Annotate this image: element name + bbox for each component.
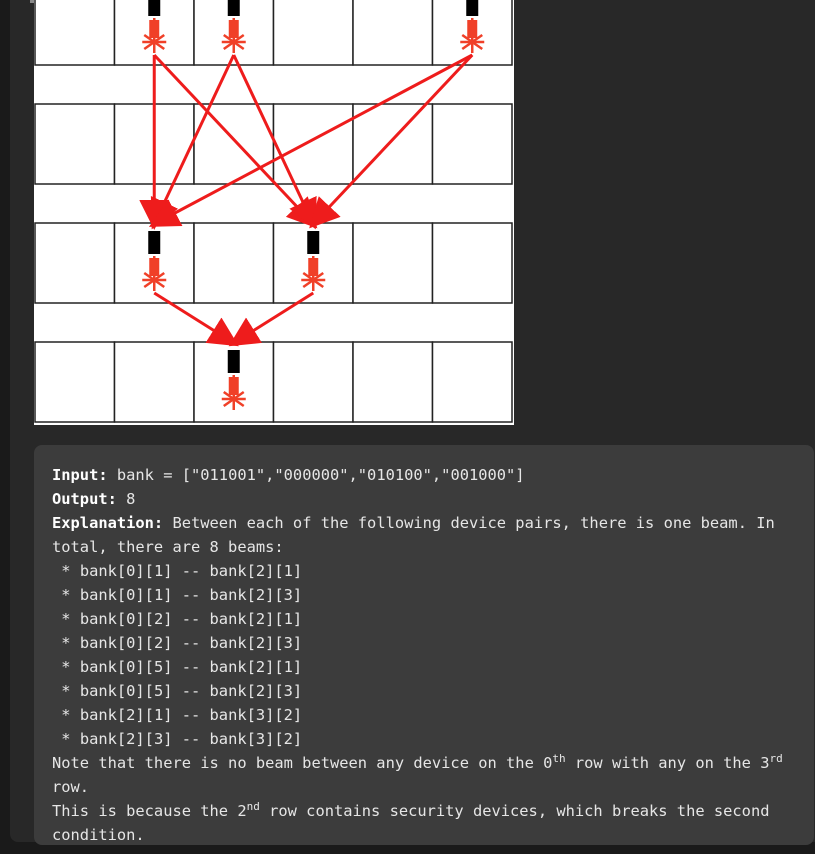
example-diagram	[34, 0, 514, 425]
laser-beam-diagram	[34, 0, 513, 423]
security-device-icon	[148, 0, 161, 16]
bank-cell	[431, 103, 513, 185]
security-device-icon	[227, 0, 240, 16]
bank-cell	[352, 103, 434, 185]
output-line: Output: 8	[52, 487, 794, 511]
pair-line: * bank[2][3] -- bank[3][2]	[52, 730, 303, 748]
bank-cell	[34, 0, 116, 66]
pair-line: * bank[0][1] -- bank[2][3]	[52, 586, 303, 604]
bank-cell	[352, 0, 434, 66]
note-line: Note that there is no beam between any d…	[52, 751, 794, 799]
bank-cell	[431, 341, 513, 423]
input-line: Input: bank = ["011001","000000","010100…	[52, 463, 794, 487]
bank-cell	[272, 103, 354, 185]
note-text: Note that there is no beam between any d…	[52, 754, 553, 772]
bank-cell	[34, 341, 116, 423]
bank-cell	[113, 341, 195, 423]
bank-cell	[272, 341, 354, 423]
note-superscript: th	[552, 751, 566, 765]
security-device-icon	[307, 231, 320, 254]
pair-line: * bank[0][2] -- bank[2][1]	[52, 610, 303, 628]
security-device-icon	[466, 0, 479, 16]
pair-line: * bank[2][1] -- bank[3][2]	[52, 706, 303, 724]
output-label: Output:	[52, 490, 117, 508]
note-text: row with any on the 3	[565, 754, 770, 772]
pair-line: * bank[0][2] -- bank[2][3]	[52, 634, 303, 652]
bank-cell	[34, 103, 116, 185]
output-value: 8	[116, 490, 136, 508]
explanation-label: Explanation:	[52, 514, 164, 532]
security-device-icon	[148, 231, 161, 254]
bank-cell	[431, 222, 513, 304]
input-value: bank = ["011001","000000","010100","0010…	[107, 466, 525, 484]
example-box: Input: bank = ["011001","000000","010100…	[34, 445, 814, 845]
bank-cell	[193, 222, 275, 304]
reason-superscript: nd	[246, 799, 260, 813]
note-superscript: rd	[769, 751, 783, 765]
explanation-line: Explanation: Between each of the followi…	[52, 511, 794, 559]
reason-text: This is because the 2	[52, 802, 247, 820]
bank-cell	[272, 0, 354, 66]
pair-line: * bank[0][1] -- bank[2][1]	[52, 562, 303, 580]
pair-line: * bank[0][5] -- bank[2][1]	[52, 658, 303, 676]
reason-line: This is because the 2nd row contains sec…	[52, 799, 794, 845]
bank-cell	[352, 341, 434, 423]
pair-line: * bank[0][5] -- bank[2][3]	[52, 682, 303, 700]
bank-cell	[352, 222, 434, 304]
bank-cell	[34, 222, 116, 304]
example-text: Input: bank = ["011001","000000","010100…	[52, 463, 794, 845]
input-label: Input:	[52, 466, 108, 484]
security-device-icon	[227, 350, 240, 373]
